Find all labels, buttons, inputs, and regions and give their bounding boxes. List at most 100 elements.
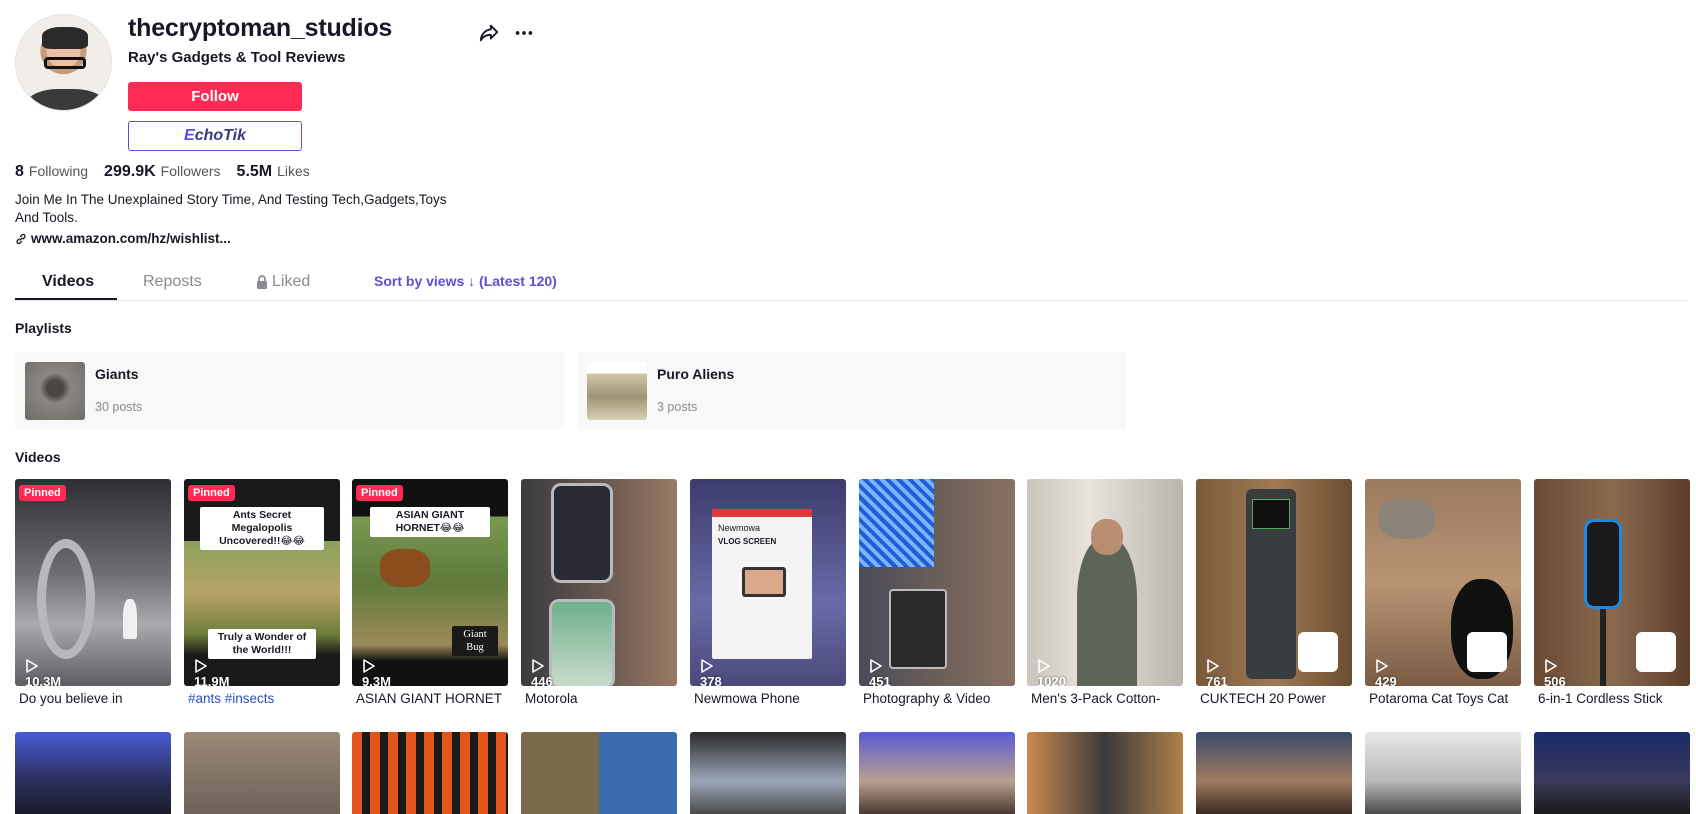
following-count: 8	[15, 163, 24, 180]
video-card[interactable]: Pinned 10.3M Do you believe in	[15, 479, 171, 706]
share-icon[interactable]	[478, 22, 500, 44]
playlist-thumbnail	[587, 362, 647, 420]
playlists-heading: Playlists	[15, 320, 72, 336]
profile-bio: Join Me In The Unexplained Story Time, A…	[15, 192, 447, 225]
play-icon	[1038, 659, 1050, 673]
view-count: 9.3M	[362, 674, 391, 686]
video-caption: ASIAN GIANT HORNET	[356, 691, 503, 706]
video-card[interactable]: Newmowa VLOG SCREEN 378 Newmowa Phone	[690, 479, 846, 706]
product-badge[interactable]	[1298, 632, 1338, 672]
more-icon[interactable]	[512, 22, 536, 44]
product-badge[interactable]	[1636, 632, 1676, 672]
video-caption: Newmowa Phone	[694, 691, 800, 706]
link-icon	[16, 233, 26, 244]
video-card[interactable]	[1365, 732, 1521, 814]
video-thumbnail: 429	[1365, 479, 1521, 686]
echotik-label-rest: choTik	[194, 127, 246, 144]
video-card[interactable]: Pinned Ants Secret Megalopolis Uncovered…	[184, 479, 340, 706]
view-count: 10.3M	[25, 674, 62, 686]
view-count: 446	[531, 674, 553, 686]
view-count: 451	[869, 674, 891, 686]
video-thumbnail: 451	[859, 479, 1015, 686]
sort-by-views-link[interactable]: Sort by views ↓ (Latest 120)	[374, 273, 557, 289]
video-card[interactable]: 451 Photography & Video	[859, 479, 1015, 706]
play-icon	[26, 659, 38, 673]
video-card[interactable]	[690, 732, 846, 814]
followers-count: 299.9K	[104, 163, 156, 180]
tab-videos[interactable]: Videos	[42, 273, 94, 291]
tab-reposts[interactable]: Reposts	[143, 273, 202, 291]
playlist-card[interactable]: Puro Aliens 3 posts	[577, 352, 1126, 429]
video-caption: Men's 3-Pack Cotton-	[1031, 691, 1161, 706]
video-caption: CUKTECH 20 Power	[1200, 691, 1327, 706]
video-card[interactable]	[1196, 732, 1352, 814]
lock-icon	[257, 275, 267, 289]
view-count: 11.9M	[194, 674, 230, 686]
pinned-badge: Pinned	[356, 485, 403, 501]
video-card[interactable]	[352, 732, 508, 814]
play-icon	[195, 659, 207, 673]
followers-label: Followers	[160, 163, 221, 179]
echotik-button[interactable]: EchoTik	[128, 121, 302, 151]
video-card[interactable]: 429 Potaroma Cat Toys Cat	[1365, 479, 1521, 706]
profile-link-text: www.amazon.com/hz/wishlist...	[31, 231, 231, 246]
video-caption[interactable]: #ants #insects	[184, 691, 340, 706]
play-icon	[1545, 659, 1557, 673]
likes-count: 5.5M	[236, 163, 273, 180]
playlist-count: 3 posts	[657, 400, 698, 414]
playlist-count: 30 posts	[95, 400, 143, 414]
video-overlay-text: Giant Bug	[452, 626, 498, 656]
pinned-badge: Pinned	[188, 485, 235, 501]
video-card[interactable]	[859, 732, 1015, 814]
video-overlay-text: ASIAN GIANT HORNET😂😂	[370, 507, 490, 537]
product-badge[interactable]	[1467, 632, 1507, 672]
echotik-label-e: E	[184, 127, 195, 144]
video-card[interactable]	[184, 732, 340, 814]
play-icon	[363, 659, 375, 673]
profile-tabs: Videos Reposts Liked Sort by views ↓ (La…	[15, 270, 1687, 301]
video-card[interactable]	[15, 732, 171, 814]
stat-following[interactable]: 8 Following	[15, 163, 88, 181]
video-caption: Do you believe in	[19, 691, 123, 706]
following-label: Following	[28, 163, 89, 179]
video-card[interactable]	[521, 732, 677, 814]
video-card[interactable]: Pinned ASIAN GIANT HORNET😂😂 Giant Bug 9.…	[352, 479, 508, 706]
video-thumbnail: 761	[1196, 479, 1352, 686]
video-card[interactable]: 1020 Men's 3-Pack Cotton-	[1027, 479, 1183, 706]
videos-heading: Videos	[15, 449, 61, 465]
box-brand: Newmowa	[718, 523, 761, 533]
play-icon	[870, 659, 882, 673]
video-caption: Photography & Video	[863, 691, 991, 706]
profile-nickname: Ray's Gadgets & Tool Reviews	[128, 49, 346, 66]
stat-likes: 5.5M Likes	[237, 163, 310, 181]
video-card[interactable]: 506 6-in-1 Cordless Stick	[1534, 479, 1690, 706]
view-count: 429	[1375, 674, 1397, 686]
video-caption: Potaroma Cat Toys Cat	[1369, 691, 1509, 706]
play-icon	[532, 659, 544, 673]
video-thumbnail: Pinned Ants Secret Megalopolis Uncovered…	[184, 479, 340, 686]
tab-liked[interactable]: Liked	[256, 273, 310, 291]
playlist-card[interactable]: Giants 30 posts	[15, 352, 564, 429]
play-icon	[701, 659, 713, 673]
box-title: VLOG SCREEN	[718, 537, 777, 546]
play-icon	[1207, 659, 1219, 673]
follow-button[interactable]: Follow	[128, 82, 302, 111]
playlist-name: Giants	[95, 366, 139, 382]
video-card[interactable]	[1027, 732, 1183, 814]
video-overlay-text: Truly a Wonder of the World!!!	[208, 629, 316, 659]
video-thumbnail: 1020	[1027, 479, 1183, 686]
video-thumbnail: 446	[521, 479, 677, 686]
video-card[interactable]: 761 CUKTECH 20 Power	[1196, 479, 1352, 706]
view-count: 761	[1206, 674, 1228, 686]
stat-followers[interactable]: 299.9K Followers	[104, 163, 221, 181]
video-thumbnail: Newmowa VLOG SCREEN 378	[690, 479, 846, 686]
profile-stats: 8 Following 299.9K Followers 5.5M Likes	[15, 163, 310, 181]
view-count: 1020	[1037, 674, 1066, 686]
profile-link[interactable]: www.amazon.com/hz/wishlist...	[15, 231, 231, 246]
pinned-badge: Pinned	[19, 485, 66, 501]
video-thumbnail: 506	[1534, 479, 1690, 686]
tab-liked-label: Liked	[272, 273, 311, 290]
avatar[interactable]	[15, 14, 112, 111]
video-card[interactable]	[1534, 732, 1690, 814]
video-card[interactable]: 446 Motorola	[521, 479, 677, 706]
